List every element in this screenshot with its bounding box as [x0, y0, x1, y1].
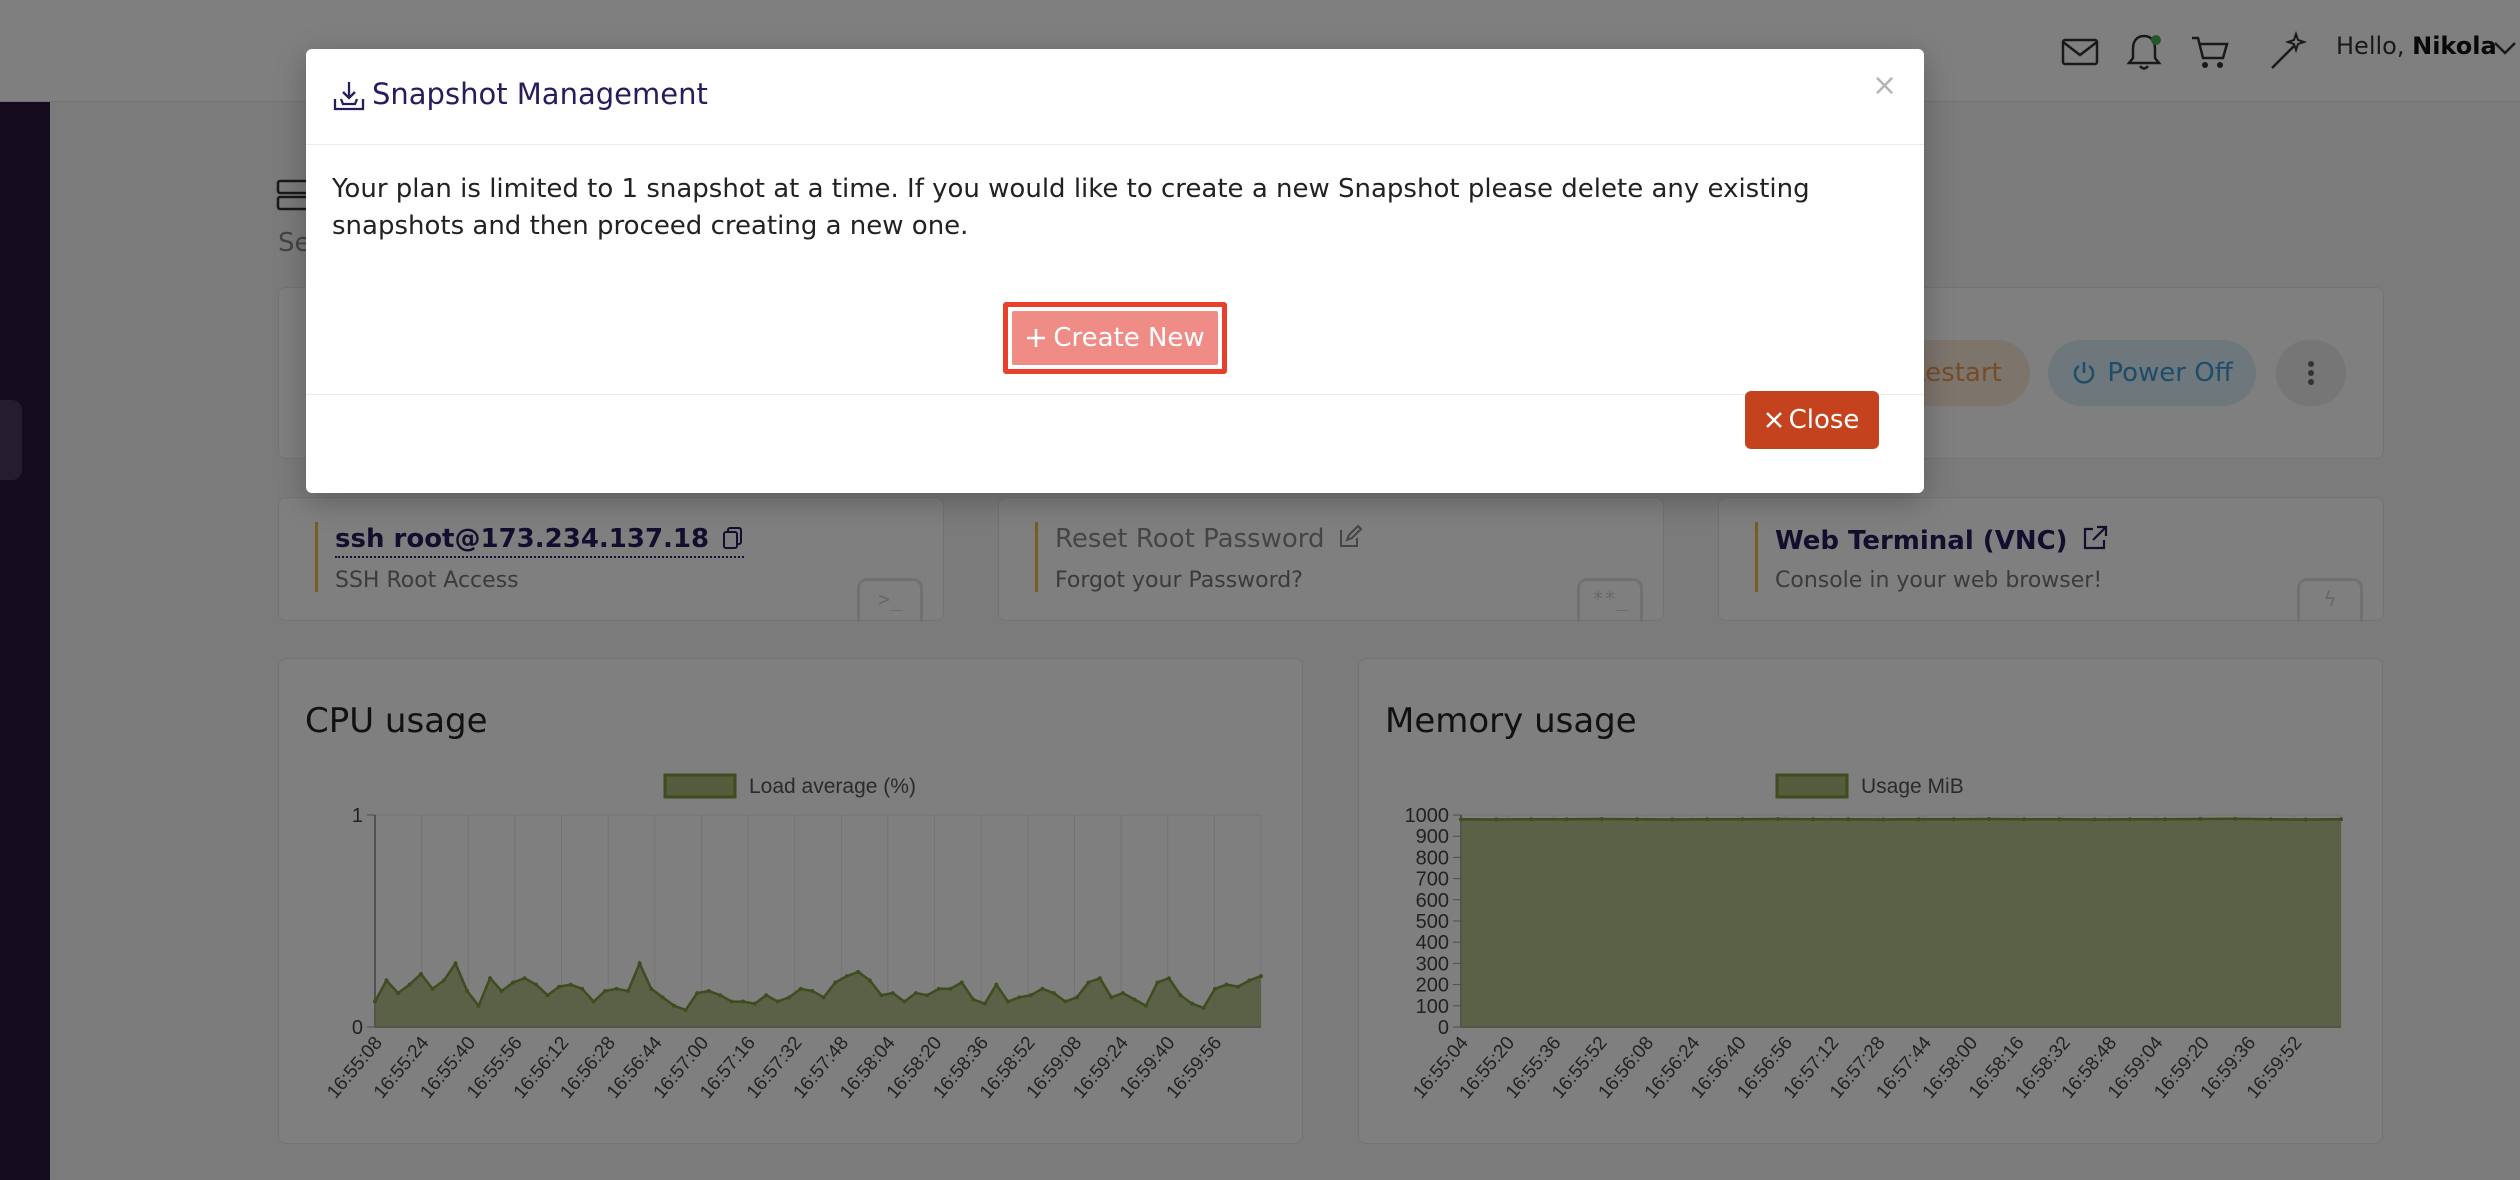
snapshot-limit-message: Your plan is limited to 1 snapshot at a … — [332, 174, 1810, 241]
close-label: Close — [1788, 405, 1860, 435]
plus-icon — [1027, 329, 1046, 347]
close-button[interactable]: Close — [1745, 391, 1879, 449]
create-new-highlight: Create New — [1003, 302, 1227, 374]
snapshot-management-modal: Snapshot Management × Your plan is limit… — [306, 49, 1924, 493]
modal-header: Snapshot Management × — [306, 49, 1924, 145]
create-new-button[interactable]: Create New — [1012, 311, 1218, 365]
close-x-icon — [1765, 412, 1782, 428]
modal-body: Your plan is limited to 1 snapshot at a … — [306, 145, 1924, 395]
modal-title: Snapshot Management — [372, 77, 708, 111]
snapshot-download-icon — [333, 82, 365, 111]
modal-close-icon[interactable]: × — [1872, 71, 1897, 101]
create-new-label: Create New — [1053, 323, 1205, 353]
